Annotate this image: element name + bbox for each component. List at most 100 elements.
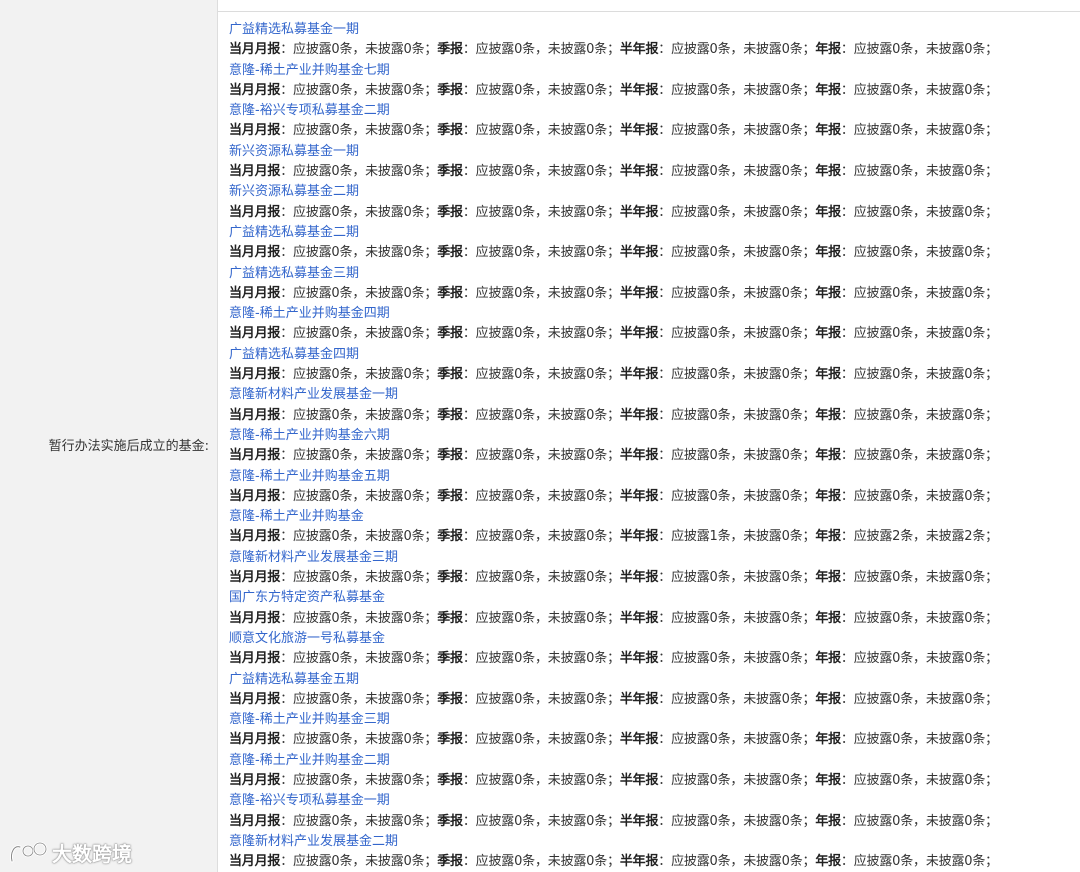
should-disclose-prefix: 应披露 xyxy=(475,813,515,829)
count-unit: 条 xyxy=(339,732,353,748)
should-disclose-count: 0 xyxy=(331,610,340,626)
count-unit: 条 xyxy=(522,82,535,98)
should-disclose-prefix: 应披露 xyxy=(475,285,515,301)
should-disclose-count: 0 xyxy=(709,326,718,342)
fund-name-link[interactable]: 广益精选私募基金二期 xyxy=(229,223,1074,243)
not-disclosed-count: 0 xyxy=(403,488,412,504)
should-disclose-prefix: 应披露 xyxy=(293,245,332,261)
should-disclose-count: 0 xyxy=(514,82,523,98)
report-type-label: 当月月报 xyxy=(229,407,281,423)
count-unit: 条 xyxy=(900,326,914,342)
not-disclosed-prefix: 未披露 xyxy=(365,772,404,788)
fund-name-link[interactable]: 广益精选私募基金一期 xyxy=(229,20,1074,40)
fund-name-link[interactable]: 意隆新材料产业发展基金二期 xyxy=(229,832,1074,852)
fund-name-link[interactable]: 新兴资源私募基金一期 xyxy=(229,142,1074,162)
fund-item: 意隆-稀土产业并购基金五期 当月月报：应披露0条，未披露0条；季报：应披露0条，未… xyxy=(229,467,1074,508)
count-unit: 条 xyxy=(717,82,731,98)
count-unit: 条 xyxy=(900,772,914,788)
fund-name-link[interactable]: 意隆-裕兴专项私募基金二期 xyxy=(229,101,1074,121)
should-disclose-count: 0 xyxy=(331,772,340,788)
fund-name-link[interactable]: 意隆-稀土产业并购基金三期 xyxy=(229,710,1074,730)
count-unit: 条 xyxy=(339,488,353,504)
fund-name-link[interactable]: 意隆-稀土产业并购基金二期 xyxy=(229,751,1074,771)
should-disclose-count: 0 xyxy=(892,407,901,423)
fund-name-link[interactable]: 意隆-稀土产业并购基金七期 xyxy=(229,61,1074,81)
fund-name-link[interactable]: 广益精选私募基金五期 xyxy=(229,670,1074,690)
count-unit: 条 xyxy=(339,164,353,180)
count-unit: 条 xyxy=(522,772,535,788)
not-disclosed-count: 0 xyxy=(781,407,790,423)
count-unit: 条 xyxy=(339,82,353,98)
count-unit: 条 xyxy=(411,82,425,98)
count-unit: 条 xyxy=(594,326,608,342)
not-disclosed-prefix: 未披露 xyxy=(743,82,782,98)
fund-item: 广益精选私募基金二期当月月报：应披露0条，未披露0条；季报：应披露0条，未披露0… xyxy=(229,223,1074,264)
count-unit: 条 xyxy=(900,204,914,220)
count-unit: 条 xyxy=(900,448,914,464)
fund-name-link[interactable]: 新兴资源私募基金二期 xyxy=(229,182,1074,202)
fund-name-link[interactable]: 国广东方特定资产私募基金 xyxy=(229,588,1074,608)
fund-name-link[interactable]: 意隆-裕兴专项私募基金一期 xyxy=(229,791,1074,811)
should-disclose-prefix: 应披露 xyxy=(293,772,332,788)
count-unit: 条 xyxy=(900,123,914,139)
fund-name-link[interactable]: 广益精选私募基金三期 xyxy=(229,264,1074,284)
should-disclose-count: 0 xyxy=(709,448,718,464)
report-summary: 当月月报：应披露0条，未披露0条；季报：应披露0条，未披露0条；半年报：应披露0… xyxy=(229,245,998,261)
count-unit: 条 xyxy=(789,732,803,748)
should-disclose-prefix: 应披露 xyxy=(293,42,332,58)
fund-name-link[interactable]: 意隆-稀土产业并购基金五期 xyxy=(229,467,1074,487)
should-disclose-count: 0 xyxy=(514,204,523,220)
count-unit: 条 xyxy=(411,691,425,707)
should-disclose-prefix: 应披露 xyxy=(853,245,893,261)
report-type-label: 年报 xyxy=(815,813,841,829)
count-unit: 条 xyxy=(789,772,803,788)
should-disclose-prefix: 应披露 xyxy=(293,367,332,383)
count-unit: 条 xyxy=(972,285,986,301)
should-disclose-prefix: 应披露 xyxy=(475,407,515,423)
should-disclose-prefix: 应披露 xyxy=(671,772,710,788)
count-unit: 条 xyxy=(789,691,803,707)
count-unit: 条 xyxy=(411,488,425,504)
count-unit: 条 xyxy=(717,367,731,383)
should-disclose-count: 0 xyxy=(331,82,340,98)
count-unit: 条 xyxy=(717,570,731,586)
fund-name-link[interactable]: 广益精选私募基金四期 xyxy=(229,345,1074,365)
report-summary: 当月月报：应披露0条，未披露0条；季报：应披露0条，未披露0条；半年报：应披露0… xyxy=(229,164,998,180)
should-disclose-count: 0 xyxy=(892,772,901,788)
should-disclose-count: 0 xyxy=(709,813,718,829)
should-disclose-prefix: 应披露 xyxy=(475,204,515,220)
count-unit: 条 xyxy=(900,42,914,58)
fund-name-link[interactable]: 意隆新材料产业发展基金一期 xyxy=(229,385,1074,405)
count-unit: 条 xyxy=(594,367,608,383)
report-type-label: 季报 xyxy=(437,164,463,180)
fund-name-link[interactable]: 顺意文化旅游一号私募基金 xyxy=(229,629,1074,649)
report-type-label: 当月月报 xyxy=(229,164,281,180)
fund-name-link[interactable]: 意隆新材料产业发展基金三期 xyxy=(229,548,1074,568)
report-type-label: 年报 xyxy=(815,123,841,139)
not-disclosed-count: 0 xyxy=(403,407,412,423)
should-disclose-prefix: 应披露 xyxy=(475,529,515,545)
count-unit: 条 xyxy=(522,204,535,220)
not-disclosed-prefix: 未披露 xyxy=(743,326,782,342)
fund-name-link[interactable]: 意隆-稀土产业并购基金六期 xyxy=(229,426,1074,446)
fund-name-link[interactable]: 意隆-稀土产业并购基金 xyxy=(229,507,1074,527)
count-unit: 条 xyxy=(522,691,535,707)
count-unit: 条 xyxy=(789,813,803,829)
count-unit: 条 xyxy=(411,529,425,545)
not-disclosed-count: 0 xyxy=(403,732,412,748)
fund-name-link[interactable]: 意隆-稀土产业并购基金四期 xyxy=(229,304,1074,324)
report-type-label: 年报 xyxy=(815,570,841,586)
should-disclose-count: 0 xyxy=(892,123,901,139)
count-unit: 条 xyxy=(522,367,535,383)
count-unit: 条 xyxy=(789,448,803,464)
count-unit: 条 xyxy=(972,204,986,220)
should-disclose-count: 0 xyxy=(709,367,718,383)
count-unit: 条 xyxy=(972,164,986,180)
should-disclose-prefix: 应披露 xyxy=(293,529,332,545)
count-unit: 条 xyxy=(339,285,353,301)
should-disclose-count: 0 xyxy=(892,204,901,220)
count-unit: 条 xyxy=(339,529,353,545)
count-unit: 条 xyxy=(594,407,608,423)
not-disclosed-count: 0 xyxy=(403,854,412,870)
count-unit: 条 xyxy=(522,123,535,139)
